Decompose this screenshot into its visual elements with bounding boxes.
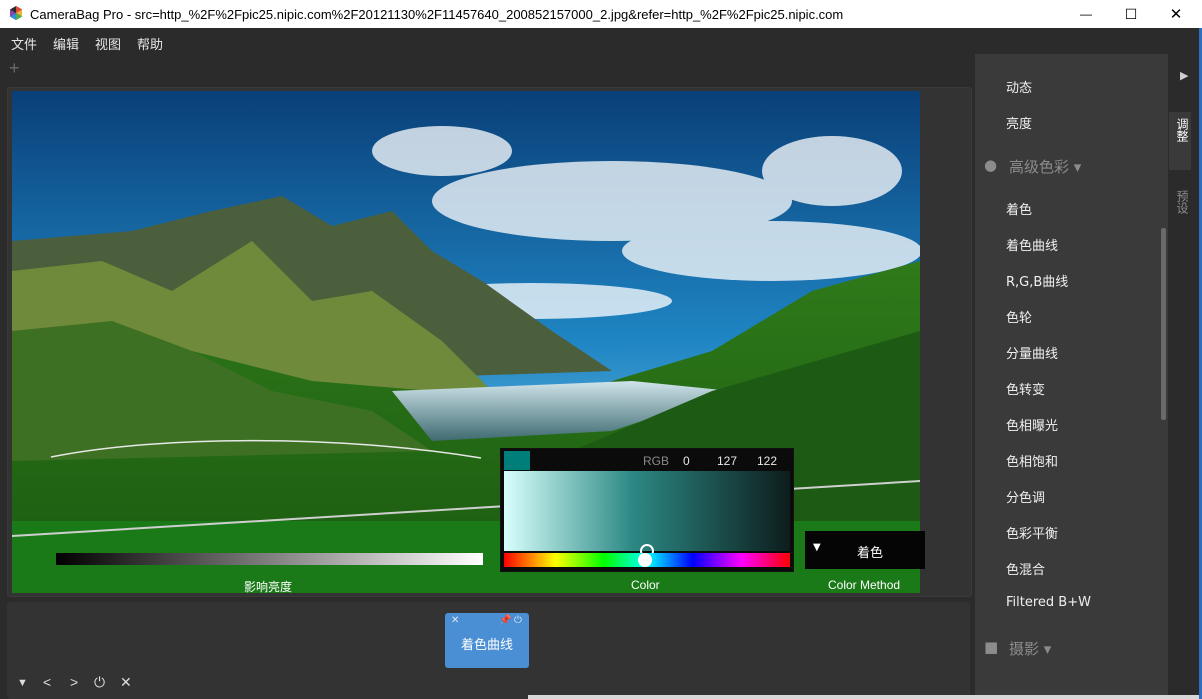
list-item-hue-saturation[interactable]: 色相饱和 bbox=[1006, 451, 1058, 470]
list-item-component-curves[interactable]: 分量曲线 bbox=[1006, 343, 1058, 362]
list-item-filtered-bw[interactable]: Filtered B+W bbox=[1006, 595, 1091, 610]
saturation-value-area[interactable] bbox=[504, 471, 790, 551]
color-label: Color bbox=[631, 578, 660, 592]
card-label: 着色曲线 bbox=[460, 638, 513, 653]
luminance-curve[interactable] bbox=[11, 430, 491, 470]
menu-bar: 文件 编辑 视图 帮助 bbox=[0, 28, 1202, 54]
dropdown-arrow-icon: ▼ bbox=[813, 542, 821, 553]
color-picker[interactable]: RGB 0 127 122 bbox=[500, 448, 794, 572]
list-item-color-mix[interactable]: 色混合 bbox=[1006, 559, 1045, 578]
prev-button[interactable]: < bbox=[43, 674, 51, 690]
hue-handle[interactable] bbox=[638, 553, 652, 567]
adjustment-card-tint-curve[interactable]: ✕ 📌 ⏻ 着色曲线 bbox=[445, 613, 529, 668]
list-item-color-wheel[interactable]: 色轮 bbox=[1006, 307, 1032, 326]
title-bar: CameraBag Pro - src=http_%2F%2Fpic25.nip… bbox=[0, 0, 1202, 28]
tab-presets[interactable]: 预设 bbox=[1169, 190, 1191, 214]
collapse-icon[interactable]: ▼ bbox=[17, 677, 28, 689]
remove-icon[interactable]: ✕ bbox=[120, 674, 132, 691]
minimize-button[interactable]: — bbox=[1063, 0, 1109, 28]
list-item-color-balance[interactable]: 色彩平衡 bbox=[1006, 523, 1058, 542]
maximize-button[interactable]: ☐ bbox=[1108, 0, 1154, 28]
list-item-dynamics[interactable]: 动态 bbox=[1006, 77, 1032, 96]
list-item-tint[interactable]: 着色 bbox=[1006, 199, 1032, 218]
color-method-value: 着色 bbox=[857, 546, 884, 561]
image-panel bbox=[7, 87, 972, 597]
red-value[interactable]: 0 bbox=[683, 454, 690, 468]
list-item-split-tone[interactable]: 分色调 bbox=[1006, 487, 1045, 506]
scrollbar-thumb[interactable] bbox=[1161, 228, 1166, 420]
list-item-hue-exposure[interactable]: 色相曝光 bbox=[1006, 415, 1058, 434]
palette-icon: ● bbox=[984, 156, 998, 174]
power-icon[interactable]: ⏻ bbox=[94, 674, 105, 691]
luminance-label: 影响亮度 bbox=[244, 580, 293, 594]
color-method-label: Color Method bbox=[828, 578, 901, 592]
list-item-brightness[interactable]: 亮度 bbox=[1006, 113, 1032, 132]
tab-strip: + bbox=[0, 54, 975, 86]
expand-arrow-icon[interactable]: ▶ bbox=[1180, 69, 1188, 82]
next-button[interactable]: > bbox=[70, 674, 78, 690]
menu-help[interactable]: 帮助 bbox=[137, 34, 163, 53]
camera-icon: ■ bbox=[984, 638, 999, 656]
tab-adjust[interactable]: 调整 bbox=[1169, 112, 1191, 170]
minimize-icon: — bbox=[1080, 7, 1092, 21]
color-swatch bbox=[504, 451, 530, 470]
taskbar-strip bbox=[528, 695, 1199, 699]
add-tab-button[interactable]: + bbox=[9, 58, 20, 79]
window-title: CameraBag Pro - src=http_%2F%2Fpic25.nip… bbox=[30, 7, 844, 22]
green-value[interactable]: 127 bbox=[717, 454, 737, 468]
section-advanced-color[interactable]: 高级色彩 ▾ bbox=[1009, 156, 1081, 177]
maximize-icon: ☐ bbox=[1124, 5, 1138, 22]
list-item-tint-curve[interactable]: 着色曲线 bbox=[1006, 235, 1058, 254]
app-logo-icon bbox=[10, 6, 22, 20]
menu-file[interactable]: 文件 bbox=[11, 34, 37, 53]
card-pin-icon[interactable]: 📌 bbox=[499, 615, 511, 626]
color-method-dropdown[interactable]: ▼ 着色 bbox=[805, 531, 925, 569]
card-power-icon[interactable]: ⏻ bbox=[514, 615, 522, 626]
section-photography[interactable]: 摄影 ▾ bbox=[1009, 638, 1051, 659]
close-icon: ✕ bbox=[1169, 6, 1183, 23]
blue-value[interactable]: 122 bbox=[757, 454, 777, 468]
close-window-button[interactable]: ✕ bbox=[1153, 0, 1199, 28]
rgb-label: RGB bbox=[643, 454, 670, 468]
card-close-icon[interactable]: ✕ bbox=[451, 615, 459, 626]
menu-view[interactable]: 视图 bbox=[95, 34, 121, 53]
luminance-gradient-bar[interactable] bbox=[56, 553, 483, 565]
list-item-color-shift[interactable]: 色转变 bbox=[1006, 379, 1045, 398]
list-item-rgb-curves[interactable]: R,G,B曲线 bbox=[1006, 271, 1068, 290]
menu-edit[interactable]: 编辑 bbox=[53, 34, 79, 53]
